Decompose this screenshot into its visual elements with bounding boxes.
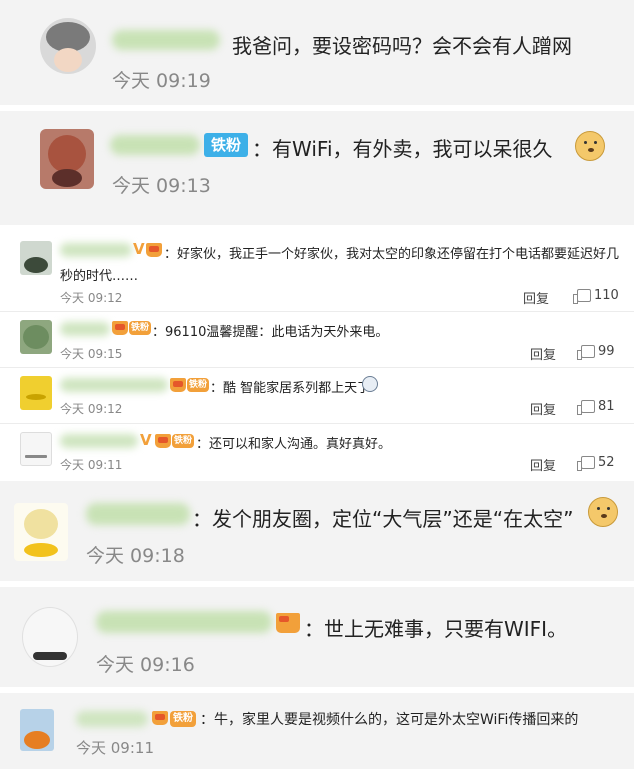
doge-emoji-icon — [575, 131, 605, 161]
comment-text: ：96110温馨提醒：此电话为天外来电。 — [152, 325, 389, 340]
avatar[interactable] — [20, 320, 52, 354]
blurred-username[interactable] — [110, 135, 200, 155]
like-count: 99 — [598, 344, 615, 359]
blurred-username[interactable] — [96, 611, 272, 633]
comment-text: ：有WiFi，有外卖，我可以呆很久 — [252, 137, 553, 161]
crown-badge-icon — [155, 434, 171, 448]
crown-badge-icon — [112, 321, 128, 335]
comment-time: 今天 09:19 — [112, 70, 211, 92]
comment-text: ：还可以和家人沟通。真好真好。 — [196, 437, 392, 452]
smiley-emoji-icon — [362, 376, 378, 392]
comment-time: 今天 09:15 — [60, 347, 123, 361]
blurred-username[interactable] — [86, 503, 190, 525]
comment-text: ：酷 智能家居系列都上天了 — [210, 381, 371, 396]
avatar[interactable] — [22, 607, 78, 667]
comment-text: 我爸问，要设密码吗？会不会有人蹭网 — [232, 34, 572, 58]
avatar[interactable] — [20, 376, 52, 410]
comment-card: 铁粉 ：96110温馨提醒：此电话为天外来电。 今天 09:15 回复 99 — [0, 312, 634, 368]
comment-time: 今天 09:18 — [86, 545, 185, 567]
reply-button[interactable]: 回复 — [530, 399, 556, 418]
comment-text: ：世上无难事，只要有WIFI。 — [304, 617, 568, 641]
verified-v-icon: V — [133, 240, 145, 258]
comment-card: 铁粉 ：有WiFi，有外卖，我可以呆很久 今天 09:13 — [0, 111, 634, 225]
comment-text-line2: 秒的时代…… — [60, 269, 139, 284]
comment-time: 今天 09:13 — [112, 175, 211, 197]
reply-button[interactable]: 回复 — [523, 288, 549, 307]
comment-text: ：发个朋友圈，定位“大气层”还是“在太空” — [192, 507, 574, 531]
like-icon[interactable] — [577, 400, 595, 415]
comment-time: 今天 09:12 — [60, 402, 123, 416]
crown-badge-icon — [276, 613, 300, 633]
like-icon[interactable] — [573, 289, 591, 304]
blurred-username[interactable] — [60, 322, 110, 336]
avatar[interactable] — [40, 129, 94, 189]
crown-badge-icon — [152, 711, 168, 725]
like-icon[interactable] — [577, 456, 595, 471]
avatar[interactable] — [14, 503, 68, 561]
blurred-username[interactable] — [112, 30, 220, 50]
avatar[interactable] — [20, 432, 52, 466]
avatar[interactable] — [40, 18, 96, 74]
comment-card: 铁粉 ：牛，家里人要是视频什么的，这可是外太空WiFi传播回来的 今天 09:1… — [0, 693, 634, 769]
avatar[interactable] — [20, 709, 54, 751]
comment-card: ：发个朋友圈，定位“大气层”还是“在太空” 今天 09:18 — [0, 481, 634, 581]
avatar[interactable] — [20, 241, 52, 275]
blurred-username[interactable] — [76, 711, 148, 727]
fan-badge: 铁粉 — [170, 711, 196, 727]
comment-time: 今天 09:11 — [60, 458, 123, 472]
blurred-username[interactable] — [60, 434, 138, 448]
fan-badge: 铁粉 — [204, 133, 248, 157]
comment-card: 我爸问，要设密码吗？会不会有人蹭网 今天 09:19 — [0, 0, 634, 105]
comment-text: ：好家伙，我正手一个好家伙，我对太空的印象还停留在打个电话都要延迟好几 — [164, 247, 620, 262]
comment-card: 铁粉 ：酷 智能家居系列都上天了 今天 09:12 回复 81 — [0, 368, 634, 424]
like-count: 81 — [598, 399, 615, 414]
crown-badge-icon — [170, 378, 186, 392]
blurred-username[interactable] — [60, 378, 168, 392]
comment-time: 今天 09:16 — [96, 654, 195, 676]
blurred-username[interactable] — [60, 243, 132, 257]
reply-button[interactable]: 回复 — [530, 344, 556, 363]
comment-text: ：牛，家里人要是视频什么的，这可是外太空WiFi传播回来的 — [200, 712, 579, 728]
verified-v-icon: V — [140, 431, 152, 449]
crown-badge-icon — [146, 243, 162, 257]
like-count: 52 — [598, 455, 615, 470]
comment-time: 今天 09:12 — [60, 291, 123, 305]
like-count: 110 — [594, 288, 619, 303]
comment-card: ：世上无难事，只要有WIFI。 今天 09:16 — [0, 587, 634, 687]
like-icon[interactable] — [577, 345, 595, 360]
reply-button[interactable]: 回复 — [530, 455, 556, 474]
doge-emoji-icon — [588, 497, 618, 527]
comment-time: 今天 09:11 — [76, 739, 154, 757]
fan-badge: 铁粉 — [129, 321, 151, 335]
comment-card: V ：好家伙，我正手一个好家伙，我对太空的印象还停留在打个电话都要延迟好几 秒的… — [0, 231, 634, 312]
comment-card: V 铁粉 ：还可以和家人沟通。真好真好。 今天 09:11 回复 52 — [0, 424, 634, 480]
fan-badge: 铁粉 — [187, 378, 209, 392]
fan-badge: 铁粉 — [172, 434, 194, 448]
